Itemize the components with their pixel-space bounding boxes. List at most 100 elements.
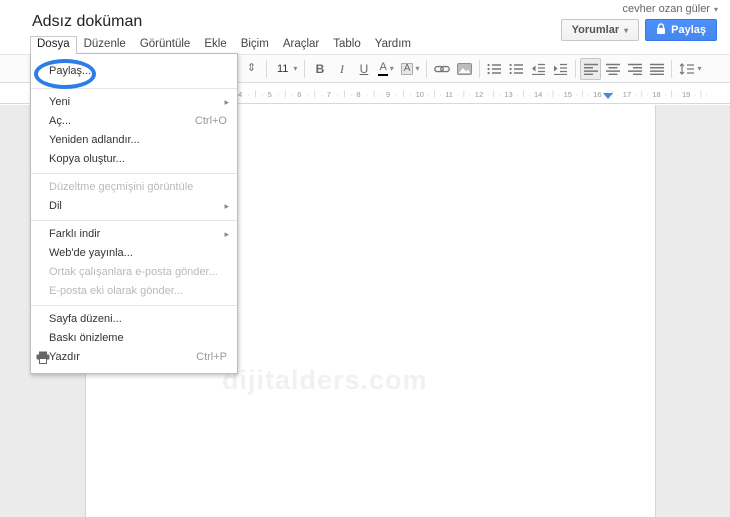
submenu-arrow-icon: ▸ bbox=[224, 97, 229, 107]
ruler-dot: · bbox=[247, 89, 250, 99]
ruler-dot: · bbox=[276, 89, 280, 99]
menu-separator bbox=[31, 88, 237, 89]
header-actions: Yorumlar ▾ Paylaş bbox=[560, 19, 717, 41]
ruler-dot: · bbox=[468, 89, 472, 99]
italic-button-glyph: I bbox=[339, 61, 344, 76]
menu-item-farkli-indir[interactable]: Farklı indir ▸ bbox=[31, 225, 237, 244]
numbered-list-button[interactable] bbox=[484, 58, 505, 80]
menu-item-webde-yayinla[interactable]: Web'de yayınla... bbox=[31, 244, 237, 263]
ruler-dot: · bbox=[320, 89, 324, 99]
bold-button[interactable]: B bbox=[309, 58, 330, 80]
menubar-item-goruntule[interactable]: Görüntüle bbox=[133, 36, 198, 54]
line-spacing-button[interactable]: ▾ bbox=[676, 58, 704, 80]
highlight-color-button[interactable]: A ▾ bbox=[398, 58, 423, 80]
ruler-tick: | bbox=[402, 90, 405, 98]
ruler-dot: · bbox=[664, 89, 667, 99]
ruler-dot: · bbox=[527, 89, 531, 99]
highlight-color-button-glyph: A bbox=[400, 62, 414, 75]
menu-item-dil[interactable]: Dil ▸ bbox=[31, 197, 237, 216]
list-icon bbox=[509, 63, 524, 75]
ruler-dot: · bbox=[395, 89, 398, 99]
font-size-select[interactable]: 11 ▾ bbox=[271, 58, 300, 80]
text-color-button[interactable]: A ▾ bbox=[375, 58, 396, 80]
menubar-item-ekle[interactable]: Ekle bbox=[197, 36, 233, 54]
comments-button[interactable]: Yorumlar ▾ bbox=[560, 19, 640, 41]
menubar-item-araclar[interactable]: Araçlar bbox=[276, 36, 326, 54]
menu-item-kopya-olustur[interactable]: Kopya oluştur... bbox=[31, 150, 237, 169]
menu-item-label: Dil bbox=[49, 200, 62, 212]
menu-item-ortak-calisanlara-eposta: Ortak çalışanlara e-posta gönder... bbox=[31, 263, 237, 282]
ruler-unit: 14 · | · bbox=[532, 88, 562, 100]
toolbar-separator bbox=[671, 59, 673, 78]
styles-stepper-icon[interactable]: ⇕ bbox=[241, 58, 262, 80]
chevron-down-icon: ▾ bbox=[293, 64, 298, 73]
justify-button[interactable] bbox=[646, 58, 667, 80]
ruler-dot: · bbox=[439, 89, 442, 99]
underline-button[interactable]: U bbox=[353, 58, 374, 80]
indent-marker[interactable] bbox=[603, 93, 613, 99]
menu-item-yazdir[interactable]: Yazdır Ctrl+P bbox=[31, 348, 237, 367]
insert-link-button[interactable] bbox=[431, 58, 453, 80]
ruler-dot: · bbox=[587, 89, 590, 99]
menubar-item-dosya[interactable]: Dosya bbox=[30, 36, 77, 54]
ruler-unit: 12 · | · bbox=[473, 88, 503, 100]
align-center-button[interactable] bbox=[602, 58, 623, 80]
menu-item-ac[interactable]: Aç... Ctrl+O bbox=[31, 112, 237, 131]
ruler-tick: | bbox=[254, 90, 257, 98]
menubar-item-yardim[interactable]: Yardım bbox=[368, 36, 418, 54]
menu-item-label: Sayfa düzeni... bbox=[49, 313, 122, 325]
chevron-down-icon: ▾ bbox=[697, 64, 702, 73]
styles-stepper-icon-glyph: ⇕ bbox=[246, 62, 257, 74]
font-size-select-value: 11 bbox=[277, 62, 289, 75]
menu-item-label: Web'de yayınla... bbox=[49, 247, 133, 259]
share-button[interactable]: Paylaş bbox=[645, 19, 717, 41]
document-title[interactable]: Adsız doküman bbox=[32, 13, 142, 31]
menu-item-label: Kopya oluştur... bbox=[49, 153, 125, 165]
chevron-down-icon: ▾ bbox=[624, 25, 629, 35]
decrease-indent-button[interactable] bbox=[528, 58, 549, 80]
ruler-tick: | bbox=[522, 90, 525, 98]
bulleted-list-button[interactable] bbox=[506, 58, 527, 80]
menu-item-sayfa-duzeni[interactable]: Sayfa düzeni... bbox=[31, 310, 237, 329]
menu-separator bbox=[31, 173, 237, 174]
justify-icon bbox=[649, 63, 664, 75]
printer-icon bbox=[36, 351, 50, 371]
ruler-unit: 8 · | · bbox=[354, 88, 384, 100]
ruler-unit: 4 · | · bbox=[236, 88, 266, 100]
menu-item-paylas[interactable]: Paylaş... bbox=[31, 59, 237, 89]
ruler-tick: | bbox=[433, 90, 436, 98]
list-icon bbox=[487, 63, 502, 75]
increase-indent-button[interactable] bbox=[550, 58, 571, 80]
menubar-item-tablo[interactable]: Tablo bbox=[326, 36, 368, 54]
ruler-dot: · bbox=[350, 89, 353, 99]
ruler-dot: · bbox=[705, 89, 709, 99]
menu-item-baski-onizleme[interactable]: Baskı önizleme bbox=[31, 329, 237, 348]
insert-image-button[interactable] bbox=[454, 58, 475, 80]
menubar-item-duzenle[interactable]: Düzenle bbox=[77, 36, 133, 54]
ruler-number: 4 bbox=[238, 89, 243, 99]
ruler-number: 10 bbox=[415, 89, 424, 99]
menu-item-shortcut: Ctrl+O bbox=[194, 115, 227, 127]
ruler-number: 11 bbox=[445, 89, 453, 99]
menubar-item-bicim[interactable]: Biçim bbox=[234, 36, 276, 54]
toolbar-separator bbox=[479, 59, 481, 78]
ruler-tick: | bbox=[552, 90, 554, 98]
spacing-icon bbox=[679, 62, 695, 75]
file-menu-dropdown: Paylaş... Yeni ▸ Aç... Ctrl+O Yeniden adlandı… bbox=[30, 53, 238, 374]
ruler-dot: · bbox=[409, 89, 413, 99]
menu-item-yeniden-adlandir[interactable]: Yeniden adlandır... bbox=[31, 131, 237, 150]
account-menu[interactable]: cevher ozan güler ▾ bbox=[623, 3, 718, 15]
text-color-button-glyph: A bbox=[378, 61, 388, 76]
ruler-tick: | bbox=[581, 90, 584, 98]
ruler-tick: | bbox=[640, 90, 643, 98]
italic-button[interactable]: I bbox=[331, 58, 352, 80]
ruler-number: 14 bbox=[534, 89, 543, 99]
menubar: Dosya Düzenle Görüntüle Ekle Biçim Araçlar Tab… bbox=[30, 36, 418, 54]
menu-item-yeni[interactable]: Yeni ▸ bbox=[31, 93, 237, 112]
align-left-button[interactable] bbox=[580, 57, 602, 80]
ruler-unit: 6 · | · bbox=[295, 88, 325, 100]
ruler-dot: · bbox=[261, 89, 265, 99]
align-right-button[interactable] bbox=[624, 58, 645, 80]
ruler-unit: 18 · | · bbox=[650, 88, 680, 100]
chevron-down-icon: ▾ bbox=[389, 64, 394, 73]
